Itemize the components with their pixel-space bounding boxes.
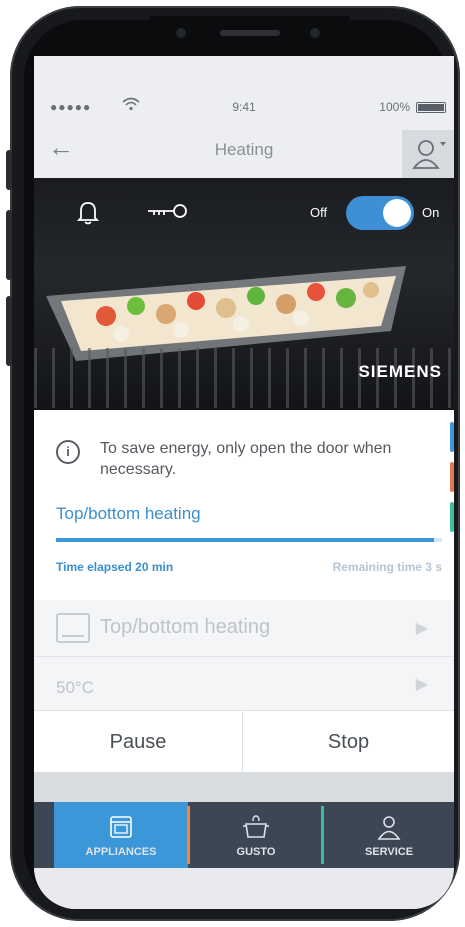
oven-camera-view: Off On SIEMENS	[34, 178, 454, 410]
cooking-pot-icon	[241, 812, 271, 847]
battery-icon	[416, 102, 446, 113]
energy-tip-text: To save energy, only open the door when …	[100, 440, 392, 478]
toggle-knob	[383, 199, 411, 227]
side-indicator	[446, 422, 454, 542]
profile-button[interactable]	[402, 130, 454, 178]
stop-button[interactable]: Stop	[244, 711, 453, 773]
chevron-right-icon: ▶	[415, 676, 428, 693]
camera-dot	[176, 28, 186, 38]
tab-label: APPLIANCES	[85, 846, 157, 858]
program-progress-bar	[56, 538, 442, 542]
toggle-off-label: Off	[310, 205, 328, 220]
service-person-icon	[374, 812, 404, 847]
speaker-grille	[220, 30, 280, 36]
volume-up-button	[6, 210, 12, 280]
tab-appliances[interactable]: APPLIANCES	[54, 802, 190, 868]
volume-down-button	[6, 296, 12, 366]
list-item-label: 50°C	[56, 678, 94, 697]
nav-bar: ← Heating	[34, 122, 454, 178]
tab-label: SERVICE	[364, 846, 414, 858]
chevron-right-icon: ▶	[415, 620, 428, 637]
tab-bar: APPLIANCES GUSTO SERVICE	[34, 802, 454, 868]
program-panel: i To save energy, only open the door whe…	[34, 410, 454, 600]
pause-button[interactable]: Pause	[34, 711, 243, 773]
action-bar: Pause Stop	[34, 710, 454, 773]
tab-service[interactable]: SERVICE	[324, 802, 454, 868]
list-item-temperature[interactable]: 50°C ▶	[34, 656, 454, 713]
oven-mode-icon	[56, 613, 90, 643]
toggle-on-label: On	[422, 205, 440, 220]
time-remaining: Remaining time 3 s	[332, 560, 442, 574]
app-screen: ●●●●● 9:41 100% ← Heating Off On SIEMENS…	[34, 56, 454, 909]
bell-icon[interactable]	[74, 198, 102, 231]
power-toggle[interactable]	[346, 196, 414, 230]
settings-list: Top/bottom heating ▶ 50°C ▶	[34, 600, 454, 713]
info-icon: i	[56, 440, 80, 464]
status-bar: ●●●●● 9:41 100%	[34, 94, 454, 120]
progress-fill	[56, 538, 435, 542]
tab-label: GUSTO	[236, 846, 276, 858]
program-name: Top/bottom heating	[56, 504, 201, 523]
battery-percent: 100%	[379, 100, 410, 114]
list-item-label: Top/bottom heating	[100, 616, 271, 638]
appliance-icon	[106, 812, 136, 847]
mute-switch	[6, 150, 12, 190]
key-icon[interactable]	[146, 200, 190, 227]
time-elapsed: Time elapsed 20 min	[56, 560, 174, 574]
phone-notch	[150, 16, 350, 56]
list-item-program[interactable]: Top/bottom heating ▶	[34, 600, 454, 657]
home-area	[34, 868, 454, 909]
separator	[34, 772, 454, 802]
user-profile-icon	[412, 140, 446, 169]
page-title: Heating	[214, 140, 274, 159]
tab-gusto[interactable]: GUSTO	[190, 802, 324, 868]
sensor-dot	[310, 28, 320, 38]
brand-logo: SIEMENS	[358, 362, 442, 381]
